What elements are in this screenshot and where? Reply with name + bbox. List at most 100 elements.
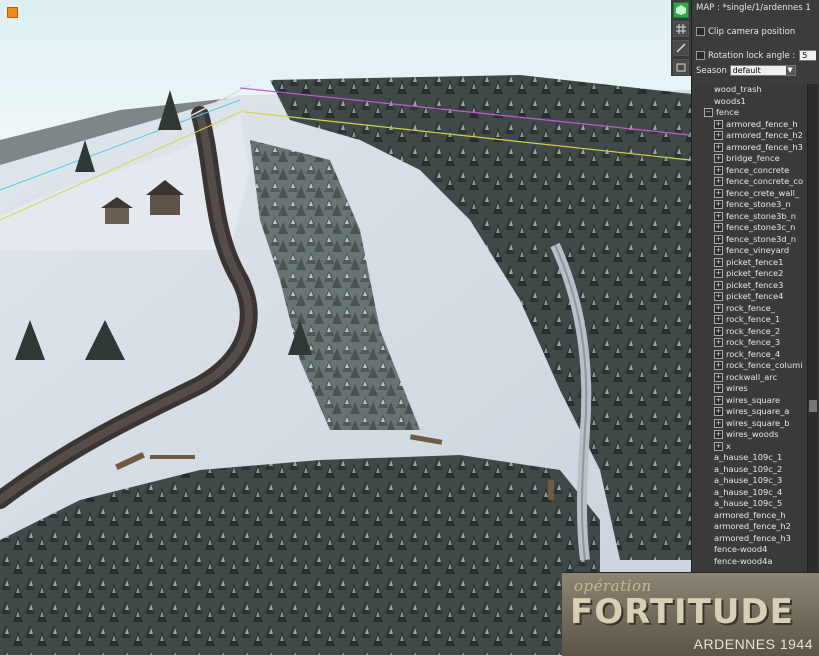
tree-item[interactable]: + rock_fence_4 xyxy=(694,349,807,361)
tree-item[interactable]: armored_fence_h xyxy=(694,510,807,522)
tree-item[interactable]: + wires xyxy=(694,383,807,395)
tree-item[interactable]: + picket_fence3 xyxy=(694,280,807,292)
tree-item[interactable]: a_hause_109c_2 xyxy=(694,464,807,476)
season-select[interactable]: default ▼ xyxy=(729,65,796,76)
tree-item[interactable]: a_hause_109c_5 xyxy=(694,498,807,510)
expand-icon[interactable]: + xyxy=(714,234,723,244)
tree-item[interactable]: + wires_square_a xyxy=(694,406,807,418)
expand-icon[interactable]: + xyxy=(714,188,723,198)
tree-item[interactable]: + armored_fence_h2 xyxy=(694,130,807,142)
expand-icon[interactable]: + xyxy=(714,441,723,451)
clip-camera-row[interactable]: Clip camera position xyxy=(696,26,816,39)
expand-icon[interactable]: + xyxy=(714,315,723,324)
tree-item[interactable]: + fence_vineyard xyxy=(694,245,807,257)
expand-icon[interactable]: + xyxy=(714,131,723,140)
tree-item[interactable]: + rock_fence_1 xyxy=(694,314,807,326)
selection-marker[interactable] xyxy=(7,7,18,18)
tree-item[interactable]: + wires_woods xyxy=(694,429,807,441)
cube-tool-icon[interactable] xyxy=(673,2,689,18)
tree-item[interactable]: + fence_concrete xyxy=(694,165,807,177)
expand-icon[interactable]: + xyxy=(714,407,723,416)
tree-item[interactable]: + fence_stone3b_n xyxy=(694,211,807,223)
object-tree[interactable]: wood_trash woods1− fence + armored_fence_h + a… xyxy=(694,84,807,572)
tree-item[interactable]: armored_fence_h3 xyxy=(694,533,807,545)
tree-item[interactable]: + fence_crete_wall_ xyxy=(694,188,807,200)
expand-icon[interactable]: + xyxy=(714,395,723,405)
logo-subtitle: ARDENNES 1944 xyxy=(693,636,813,652)
rotation-lock-checkbox[interactable] xyxy=(696,51,705,60)
expand-icon[interactable]: + xyxy=(714,177,723,186)
tree-item-label: fence xyxy=(716,107,739,117)
chevron-down-icon: ▼ xyxy=(785,66,795,75)
tree-item[interactable]: + fence_stone3_n xyxy=(694,199,807,211)
brush-tool-icon[interactable] xyxy=(673,40,689,56)
tree-item-label: armored_fence_h2 xyxy=(726,130,803,140)
expand-icon[interactable]: + xyxy=(714,211,723,221)
grid-tool-icon[interactable] xyxy=(673,21,689,37)
expand-icon[interactable]: + xyxy=(714,303,723,313)
tree-item[interactable]: fence-wood4a xyxy=(694,556,807,568)
tree-item-label: rock_fence_ xyxy=(726,302,775,313)
tree-item[interactable]: + x xyxy=(694,441,807,453)
tree-item[interactable]: + picket_fence2 xyxy=(694,268,807,280)
tree-item[interactable]: armored_fence_h2 xyxy=(694,521,807,533)
tree-item[interactable]: + wires_square_b xyxy=(694,418,807,430)
scrollbar-thumb[interactable] xyxy=(809,400,817,412)
expand-icon[interactable]: + xyxy=(714,280,723,290)
tree-item[interactable]: a_hause_109c_3 xyxy=(694,475,807,487)
tree-item[interactable]: + fence_concrete_co xyxy=(694,176,807,188)
tree-item[interactable]: + rockwall_arc xyxy=(694,372,807,384)
collapse-icon[interactable]: − xyxy=(704,108,713,117)
expand-icon[interactable]: + xyxy=(714,326,723,336)
tree-item[interactable]: − fence xyxy=(694,107,807,119)
expand-icon[interactable]: + xyxy=(714,142,723,152)
expand-icon[interactable]: + xyxy=(714,223,723,232)
expand-icon[interactable]: + xyxy=(714,269,723,278)
tree-item[interactable]: woods1 xyxy=(694,96,807,108)
tree-item[interactable]: + picket_fence4 xyxy=(694,291,807,303)
expand-icon[interactable]: + xyxy=(714,384,723,393)
expand-icon[interactable]: + xyxy=(714,372,723,382)
tree-item[interactable]: + wires_square xyxy=(694,395,807,407)
expand-icon[interactable]: + xyxy=(714,361,723,370)
tree-item[interactable]: + picket_fence1 xyxy=(694,257,807,269)
expand-icon[interactable]: + xyxy=(714,430,723,439)
rotation-angle-input[interactable]: 5 xyxy=(799,50,816,61)
expand-icon[interactable]: + xyxy=(714,119,723,129)
tree-item[interactable]: + rock_fence_ xyxy=(694,303,807,315)
map-label: MAP : xyxy=(696,3,723,13)
tree-item[interactable]: + fence_stone3d_n xyxy=(694,234,807,246)
tree-item[interactable]: + rock_fence_columi xyxy=(694,360,807,372)
clip-camera-checkbox[interactable] xyxy=(696,27,705,36)
box-tool-icon[interactable] xyxy=(673,59,689,75)
tree-scrollbar[interactable] xyxy=(807,84,818,572)
tree-item[interactable]: fence-wood4 xyxy=(694,544,807,556)
game-logo: opération FORTITUDE ARDENNES 1944 xyxy=(562,572,819,656)
tree-item[interactable]: a_hause_109c_1 xyxy=(694,452,807,464)
map-path: MAP : *single/1/ardennes 1 xyxy=(696,2,816,15)
expand-icon[interactable]: + xyxy=(714,349,723,359)
rotation-lock-row[interactable]: Rotation lock angle :5 xyxy=(696,50,816,63)
expand-icon[interactable]: + xyxy=(714,165,723,175)
tree-item-label: armored_fence_h xyxy=(714,509,786,520)
expand-icon[interactable]: + xyxy=(714,246,723,255)
tree-item[interactable]: + armored_fence_h xyxy=(694,119,807,131)
expand-icon[interactable]: + xyxy=(714,257,723,267)
tree-item-label: fence_vineyard xyxy=(726,245,790,255)
tree-item-label: a_hause_109c_3 xyxy=(714,475,783,485)
expand-icon[interactable]: + xyxy=(714,418,723,428)
tree-item[interactable]: a_hause_109c_4 xyxy=(694,487,807,499)
expand-icon[interactable]: + xyxy=(714,154,723,163)
tree-item-label: fence_concrete_co xyxy=(726,176,804,186)
expand-icon[interactable]: + xyxy=(714,338,723,347)
expand-icon[interactable]: + xyxy=(714,292,723,301)
tree-item[interactable]: + rock_fence_2 xyxy=(694,326,807,338)
tree-item[interactable]: + armored_fence_h3 xyxy=(694,142,807,154)
tree-item[interactable]: + rock_fence_3 xyxy=(694,337,807,349)
expand-icon[interactable]: + xyxy=(714,200,723,209)
tree-item[interactable]: + bridge_fence xyxy=(694,153,807,165)
tree-item[interactable]: + fence_stone3c_n xyxy=(694,222,807,234)
tree-item-label: fence_stone3b_n xyxy=(726,210,797,221)
tree-item[interactable]: wood_trash xyxy=(694,84,807,96)
tree-item-label: armored_fence_h xyxy=(726,118,798,129)
